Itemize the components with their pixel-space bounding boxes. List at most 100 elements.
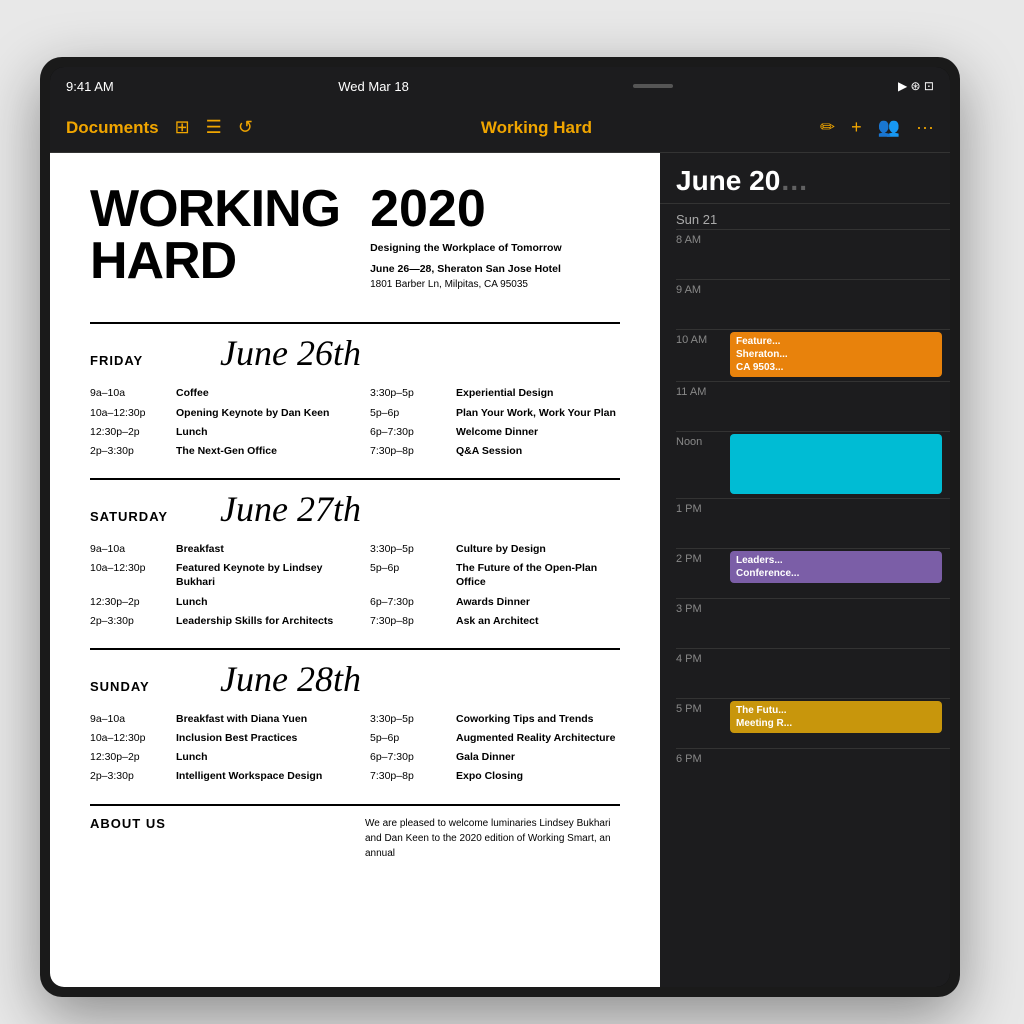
day-section-sunday: SUNDAY June 28th 9a–10aBreakfast with Di…: [90, 648, 620, 784]
history-icon[interactable]: ↺: [238, 117, 253, 138]
sidebar-toggle-icon[interactable]: ⊞: [175, 117, 190, 138]
schedule-time: 9a–10a: [90, 542, 170, 555]
about-text: We are pleased to welcome luminaries Lin…: [365, 816, 620, 861]
status-icons: ▶ ⊛ ⊡: [898, 79, 934, 93]
schedule-row: 2p–3:30pLeadership Skills for Architects: [90, 614, 340, 628]
schedule-event: Lunch: [176, 425, 340, 439]
schedule-row: 2p–3:30pIntelligent Workspace Design: [90, 769, 340, 783]
documents-button[interactable]: Documents: [66, 118, 159, 138]
schedule-time: 7:30p–8p: [370, 769, 450, 782]
list-view-icon[interactable]: ☰: [206, 117, 222, 138]
day-name: FRIDAY: [90, 353, 190, 368]
cal-time-label: Noon: [676, 432, 726, 448]
schedule-event: Augmented Reality Architecture: [456, 731, 620, 745]
doc-header: WORKING HARD 2020 Designing the Workplac…: [90, 183, 620, 292]
schedule-event: Culture by Design: [456, 542, 620, 556]
schedule-row: 3:30p–5p Experiential Design: [370, 386, 620, 400]
schedule-time: 6p–7:30p: [370, 595, 450, 608]
schedule-event: Featured Keynote by Lindsey Bukhari: [176, 561, 340, 589]
schedule-row: 3:30p–5p Coworking Tips and Trends: [370, 712, 620, 726]
schedule-row: 12:30p–2p Lunch: [90, 425, 340, 439]
schedule-time: 12:30p–2p: [90, 425, 170, 438]
cal-time-label: 2 PM: [676, 549, 726, 565]
cal-time-row: 9 AM: [676, 279, 950, 329]
cal-time-row: 1 PM: [676, 498, 950, 548]
day-date: June 28th: [220, 658, 361, 700]
cal-event[interactable]: The Futu... Meeting R...: [730, 701, 942, 733]
ipad-frame: 9:41 AM Wed Mar 18 ▶ ⊛ ⊡ Documents ⊞ ☰ ↺…: [40, 57, 960, 997]
schedule-row: 7:30p–8pAsk an Architect: [370, 614, 620, 628]
schedule-time: 3:30p–5p: [370, 542, 450, 555]
about-label: ABOUT US: [90, 816, 345, 861]
schedule-row: 12:30p–2p Lunch: [90, 595, 340, 609]
status-time: 9:41 AM: [66, 79, 114, 94]
add-icon[interactable]: +: [851, 117, 862, 138]
schedule-row: 10a–12:30pInclusion Best Practices: [90, 731, 340, 745]
schedule-time: 3:30p–5p: [370, 712, 450, 725]
schedule-row: 6p–7:30pWelcome Dinner: [370, 425, 620, 439]
cal-time-label: 11 AM: [676, 382, 726, 398]
schedule-time: 3:30p–5p: [370, 386, 450, 399]
schedule-time: 2p–3:30p: [90, 444, 170, 457]
cal-time-row: 8 AM: [676, 229, 950, 279]
schedule-event: Inclusion Best Practices: [176, 731, 340, 745]
schedule-event: Breakfast with Diana Yuen: [176, 712, 340, 726]
doc-conference-dates: June 26—28, Sheraton San Jose Hotel: [370, 262, 620, 277]
day-date: June 26th: [220, 332, 361, 374]
cal-header: June 20…: [660, 153, 950, 204]
day-section-saturday: SATURDAY June 27th 9a–10aBreakfast10a–12…: [90, 478, 620, 628]
schedule-row: 7:30p–8pQ&A Session: [370, 444, 620, 458]
cal-time-label: 3 PM: [676, 599, 726, 615]
schedule-event: The Future of the Open-Plan Office: [456, 561, 620, 589]
cal-event[interactable]: [730, 434, 942, 494]
schedule-event: Gala Dinner: [456, 750, 620, 764]
schedule-event: Coworking Tips and Trends: [456, 712, 620, 726]
schedule-row: 9a–10aCoffee: [90, 386, 340, 400]
cal-event[interactable]: Leaders... Conference...: [730, 551, 942, 583]
schedule-row: 10a–12:30p Opening Keynote by Dan Keen: [90, 406, 340, 420]
schedule-event: The Next-Gen Office: [176, 444, 340, 458]
pages-document: WORKING HARD 2020 Designing the Workplac…: [50, 153, 660, 987]
day-sections: FRIDAY June 26th 9a–10aCoffee 10a–12:30p O…: [90, 322, 620, 783]
day-section-friday: FRIDAY June 26th 9a–10aCoffee 10a–12:30p O…: [90, 322, 620, 458]
cal-time-row: 4 PM: [676, 648, 950, 698]
cal-time-row: Noon: [676, 431, 950, 498]
cal-month: June 20…: [676, 165, 934, 197]
schedule-row: 3:30p–5p Culture by Design: [370, 542, 620, 556]
status-date: Wed Mar 18: [338, 79, 409, 94]
collab-icon[interactable]: 👥: [878, 117, 900, 138]
schedule-event: Intelligent Workspace Design: [176, 769, 340, 783]
cal-event[interactable]: Feature... Sheraton... CA 9503...: [730, 332, 942, 377]
status-bar: 9:41 AM Wed Mar 18 ▶ ⊛ ⊡: [50, 67, 950, 103]
schedule-row: 5p–6pPlan Your Work, Work Your Plan: [370, 406, 620, 420]
home-indicator: [633, 84, 673, 88]
pen-icon[interactable]: ✏: [820, 117, 835, 138]
schedule-event: Plan Your Work, Work Your Plan: [456, 406, 620, 420]
toolbar: Documents ⊞ ☰ ↺ Working Hard ✏ + 👥 ···: [50, 103, 950, 153]
doc-main-title: WORKING HARD: [90, 183, 340, 287]
schedule-time: 5p–6p: [370, 731, 450, 744]
calendar-sidebar: June 20… Sun 21 8 AM9 AM10 AMFeature... …: [660, 153, 950, 987]
cal-time-row: 11 AM: [676, 381, 950, 431]
schedule-event: Breakfast: [176, 542, 340, 556]
schedule-time: 5p–6p: [370, 561, 450, 574]
cal-time-row: 3 PM: [676, 598, 950, 648]
day-name: SUNDAY: [90, 679, 190, 694]
schedule-event: Opening Keynote by Dan Keen: [176, 406, 340, 420]
schedule-time: 6p–7:30p: [370, 750, 450, 763]
schedule-event: Lunch: [176, 595, 340, 609]
cal-time-label: 10 AM: [676, 330, 726, 346]
schedule-time: 10a–12:30p: [90, 406, 170, 419]
schedule-event: Expo Closing: [456, 769, 620, 783]
schedule-row: 2p–3:30p The Next-Gen Office: [90, 444, 340, 458]
cal-time-row: 10 AMFeature... Sheraton... CA 9503...: [676, 329, 950, 381]
schedule-time: 7:30p–8p: [370, 614, 450, 627]
cal-time-row: 2 PMLeaders... Conference...: [676, 548, 950, 598]
cal-time-label: 8 AM: [676, 230, 726, 246]
more-options-icon[interactable]: ···: [916, 117, 934, 138]
schedule-time: 2p–3:30p: [90, 614, 170, 627]
schedule-event: Q&A Session: [456, 444, 620, 458]
schedule-time: 12:30p–2p: [90, 595, 170, 608]
doc-subtitle: Designing the Workplace of Tomorrow: [370, 241, 620, 256]
schedule-event: Experiential Design: [456, 386, 620, 400]
